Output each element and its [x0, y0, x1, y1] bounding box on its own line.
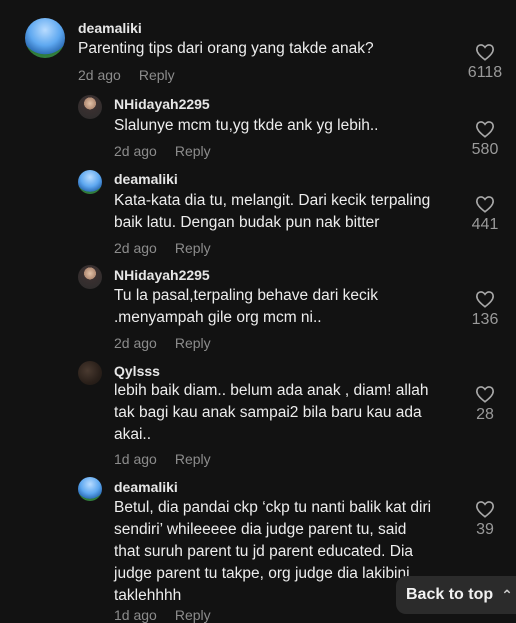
comment-username[interactable]: NHidayah2295	[114, 267, 210, 283]
comment-meta: 2d ago Reply	[114, 240, 211, 256]
like-button[interactable]: 6118	[465, 43, 505, 82]
back-to-top-label: Back to top	[406, 586, 494, 603]
heart-icon	[475, 44, 495, 61]
reply-button[interactable]: Reply	[175, 335, 211, 351]
comment-meta: 2d ago Reply	[114, 143, 211, 159]
like-count: 28	[476, 406, 494, 423]
like-button[interactable]: 580	[465, 120, 505, 159]
double-chevron-up-icon: ⌃	[501, 586, 513, 603]
comment-text: Kata-kata dia tu, melangit. Dari kecik t…	[114, 192, 431, 231]
comment-text: lebih baik diam.. belum ada anak , diam!…	[114, 382, 429, 443]
reply-button[interactable]: Reply	[175, 240, 211, 256]
like-button[interactable]: 136	[465, 290, 505, 329]
comment-text: Slalunye mcm tu,yg tkde ank yg lebih..	[114, 117, 379, 134]
comment-time: 2d ago	[114, 335, 157, 351]
like-count: 441	[471, 216, 499, 233]
comment-time: 2d ago	[114, 143, 157, 159]
comment-username[interactable]: deamaliki	[78, 20, 142, 36]
comment-meta: 1d ago Reply	[114, 451, 211, 467]
like-count: 136	[471, 311, 499, 328]
avatar[interactable]	[78, 170, 102, 194]
comment-meta: 2d ago Reply	[114, 335, 211, 351]
heart-icon	[475, 501, 495, 518]
comment-username[interactable]: deamaliki	[114, 171, 178, 187]
comment-username[interactable]: deamaliki	[114, 479, 178, 495]
comment-text: Parenting tips dari orang yang takde ana…	[78, 40, 374, 57]
reply-button[interactable]: Reply	[175, 451, 211, 467]
avatar[interactable]	[78, 265, 102, 289]
comment-meta: 2d ago Reply	[78, 67, 175, 83]
like-count: 6118	[467, 64, 503, 81]
like-button[interactable]: 28	[465, 385, 505, 424]
avatar[interactable]	[78, 361, 102, 385]
like-button[interactable]: 39	[465, 500, 505, 539]
back-to-top-button[interactable]: Back to top ⌃	[396, 576, 516, 614]
comment-username[interactable]: Qylsss	[114, 363, 160, 379]
heart-icon	[475, 196, 495, 213]
comment-username[interactable]: NHidayah2295	[114, 96, 210, 112]
like-count: 580	[471, 141, 499, 158]
reply-button[interactable]: Reply	[139, 67, 175, 83]
like-count: 39	[476, 521, 494, 538]
comment-text: Betul, dia pandai ckp ‘ckp tu nanti bali…	[114, 499, 432, 604]
comment-time: 2d ago	[114, 240, 157, 256]
avatar[interactable]	[25, 18, 65, 58]
avatar[interactable]	[78, 477, 102, 501]
like-button[interactable]: 441	[465, 195, 505, 234]
comment-time: 1d ago	[114, 451, 157, 467]
avatar[interactable]	[78, 95, 102, 119]
comment-time: 2d ago	[78, 67, 121, 83]
reply-button[interactable]: Reply	[175, 143, 211, 159]
comment-text: Tu la pasal,terpaling behave dari kecik …	[114, 287, 378, 326]
heart-icon	[475, 386, 495, 403]
heart-icon	[475, 121, 495, 138]
heart-icon	[475, 291, 495, 308]
